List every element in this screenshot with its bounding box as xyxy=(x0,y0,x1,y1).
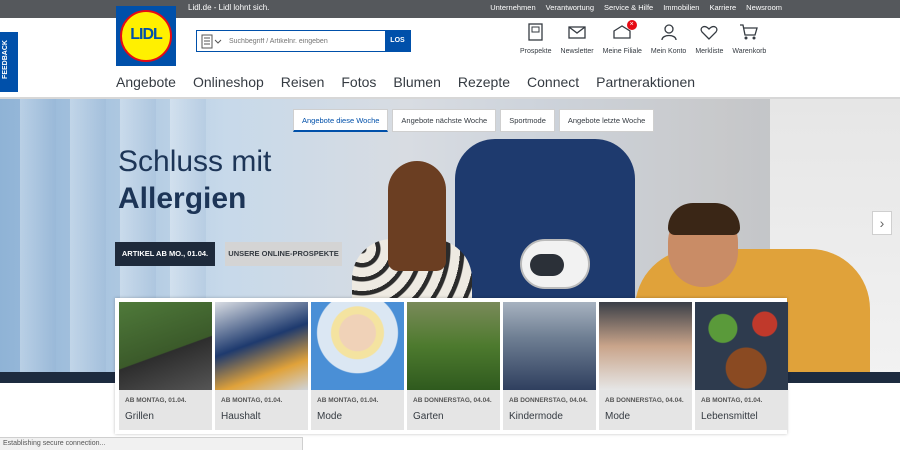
top-link-unternehmen[interactable]: Unternehmen xyxy=(490,3,535,12)
tagline: Lidl.de - Lidl lohnt sich. xyxy=(188,3,270,12)
top-link-verantwortung[interactable]: Verantwortung xyxy=(546,3,594,12)
nav-warenkorb-label: Warenkorb xyxy=(732,48,767,55)
nav-prospekte-label: Prospekte xyxy=(520,48,552,55)
category-info: AB DONNERSTAG, 04.04. Kindermode xyxy=(503,390,596,430)
category-card-garten[interactable]: AB DONNERSTAG, 04.04. Garten xyxy=(407,302,500,430)
nav-connect[interactable]: Connect xyxy=(527,74,579,90)
nav-blumen[interactable]: Blumen xyxy=(393,74,440,90)
category-info: AB MONTAG, 01.04. Mode xyxy=(311,390,404,430)
tab-sportmode[interactable]: Sportmode xyxy=(500,109,555,132)
category-name: Grillen xyxy=(125,411,154,422)
mode-image-2 xyxy=(599,302,692,390)
tab-angebote-letzte-woche[interactable]: Angebote letzte Woche xyxy=(558,109,655,132)
lebensmittel-image xyxy=(695,302,788,390)
category-info: AB DONNERSTAG, 04.04. Mode xyxy=(599,390,692,430)
nav-rezepte[interactable]: Rezepte xyxy=(458,74,510,90)
nav-newsletter-label: Newsletter xyxy=(560,48,594,55)
hero-girl-hair xyxy=(388,161,446,271)
lidl-logo[interactable]: LIDL xyxy=(116,6,176,66)
category-date: AB MONTAG, 01.04. xyxy=(221,397,283,404)
carousel-next-arrow-icon[interactable]: › xyxy=(872,211,892,235)
envelope-icon xyxy=(568,26,586,39)
account-icon-nav: Prospekte Newsletter × Meine Filiale Mei… xyxy=(520,20,775,55)
category-info: AB MONTAG, 01.04. Grillen xyxy=(119,390,212,430)
category-date: AB DONNERSTAG, 04.04. xyxy=(605,397,684,404)
nav-merkliste[interactable]: Merkliste xyxy=(695,22,723,55)
category-name: Mode xyxy=(317,411,343,422)
category-card-kindermode[interactable]: AB DONNERSTAG, 04.04. Kindermode xyxy=(503,302,596,430)
search-button[interactable]: LOS xyxy=(385,31,410,51)
category-date: AB MONTAG, 01.04. xyxy=(701,397,763,404)
category-carousel: AB MONTAG, 01.04. Grillen AB MONTAG, 01.… xyxy=(115,298,788,434)
category-name: Mode xyxy=(605,411,631,422)
hero-device-window xyxy=(530,254,564,276)
feedback-tab[interactable]: FEEDBACK xyxy=(0,32,18,92)
category-info: AB MONTAG, 01.04. Lebensmittel xyxy=(695,390,788,430)
category-date: AB DONNERSTAG, 04.04. xyxy=(413,397,492,404)
hero-headline-light: Schluss mit xyxy=(118,145,272,178)
top-link-service[interactable]: Service & Hilfe xyxy=(604,3,653,12)
garten-image xyxy=(407,302,500,390)
nav-warenkorb[interactable]: Warenkorb xyxy=(732,22,766,55)
nav-merkliste-label: Merkliste xyxy=(695,48,724,55)
top-link-newsroom[interactable]: Newsroom xyxy=(746,3,782,12)
online-prospekte-button[interactable]: UNSERE ONLINE-PROSPEKTE xyxy=(225,242,342,266)
category-card-haushalt[interactable]: AB MONTAG, 01.04. Haushalt xyxy=(215,302,308,430)
nav-angebote[interactable]: Angebote xyxy=(116,74,176,90)
category-info: AB MONTAG, 01.04. Haushalt xyxy=(215,390,308,430)
category-date: AB MONTAG, 01.04. xyxy=(125,397,187,404)
category-date: AB DONNERSTAG, 04.04. xyxy=(509,397,588,404)
haushalt-image xyxy=(215,302,308,390)
category-name: Haushalt xyxy=(221,411,261,422)
feedback-label: FEEDBACK xyxy=(1,40,9,79)
nav-filiale-label: Meine Filiale xyxy=(602,48,642,55)
user-icon xyxy=(660,24,677,41)
curtain-fold xyxy=(20,99,56,383)
top-link-karriere[interactable]: Karriere xyxy=(709,3,736,12)
top-links: Unternehmen Verantwortung Service & Hilf… xyxy=(490,3,782,12)
search-input[interactable] xyxy=(229,33,379,49)
hero-man-hair xyxy=(668,203,740,235)
category-date: AB MONTAG, 01.04. xyxy=(317,397,379,404)
nav-fotos[interactable]: Fotos xyxy=(341,74,376,90)
browser-status-bar: Establishing secure connection... xyxy=(0,437,303,450)
category-info: AB DONNERSTAG, 04.04. Garten xyxy=(407,390,500,430)
top-link-immobilien[interactable]: Immobilien xyxy=(663,3,699,12)
kindermode-image xyxy=(503,302,596,390)
mode-image xyxy=(311,302,404,390)
category-card-mode-2[interactable]: AB DONNERSTAG, 04.04. Mode xyxy=(599,302,692,430)
week-tabs: Angebote diese Woche Angebote nächste Wo… xyxy=(293,109,655,132)
barcode-scan-icon[interactable] xyxy=(201,34,223,49)
hero-headline-bold: Allergien xyxy=(118,182,247,215)
nav-newsletter[interactable]: Newsletter xyxy=(561,22,594,55)
hero-armchair xyxy=(455,139,635,319)
artikel-ab-button[interactable]: ARTIKEL AB MO., 01.04. xyxy=(115,242,215,266)
nav-partneraktionen[interactable]: Partneraktionen xyxy=(596,74,695,90)
main-navigation: Angebote Onlineshop Reisen Fotos Blumen … xyxy=(116,74,695,90)
category-card-lebensmittel[interactable]: AB MONTAG, 01.04. Lebensmittel xyxy=(695,302,788,430)
logo-text: LIDL xyxy=(130,26,163,43)
tab-angebote-diese-woche[interactable]: Angebote diese Woche xyxy=(293,109,389,132)
brochure-icon xyxy=(528,23,543,41)
nav-konto-label: Mein Konto xyxy=(650,48,687,55)
nav-meine-filiale[interactable]: × Meine Filiale xyxy=(602,20,642,55)
category-name: Garten xyxy=(413,411,444,422)
category-name: Lebensmittel xyxy=(701,411,758,422)
category-card-grillen[interactable]: AB MONTAG, 01.04. Grillen xyxy=(119,302,212,430)
tab-angebote-naechste-woche[interactable]: Angebote nächste Woche xyxy=(392,109,497,132)
nav-mein-konto[interactable]: Mein Konto xyxy=(651,22,686,55)
category-name: Kindermode xyxy=(509,411,563,422)
cart-icon xyxy=(740,24,759,40)
filiale-badge: × xyxy=(626,20,637,30)
nav-prospekte[interactable]: Prospekte xyxy=(520,22,552,55)
curtain-fold xyxy=(70,99,106,383)
grill-image xyxy=(119,302,212,390)
nav-reisen[interactable]: Reisen xyxy=(281,74,325,90)
nav-onlineshop[interactable]: Onlineshop xyxy=(193,74,264,90)
heart-icon xyxy=(700,26,718,40)
search-box: LOS xyxy=(196,30,411,52)
category-card-mode[interactable]: AB MONTAG, 01.04. Mode xyxy=(311,302,404,430)
